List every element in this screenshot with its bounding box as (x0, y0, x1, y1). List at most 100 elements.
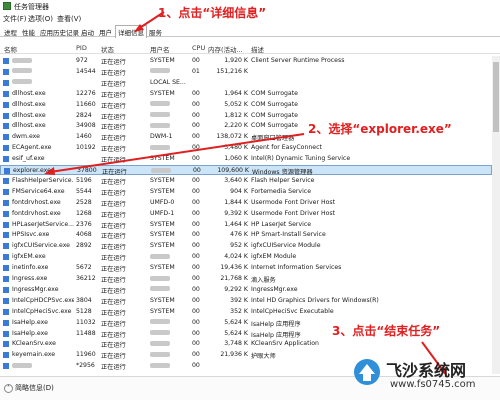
cell-pid: 11960 (76, 351, 96, 359)
table-row[interactable]: HPSIsvc.exe 4068 正在运行 SYSTEM 00 476 K HP Smart… (0, 230, 492, 240)
fewer-details-button[interactable]: ˄ 简略信息(D) (4, 383, 54, 393)
table-row[interactable]: IntelCpHDCPSvc.exe 3804 正在运行 SYSTEM 00 392 KI… (0, 296, 492, 306)
cell-pid: 12276 (76, 89, 96, 97)
cell-mem: 5,052 K (224, 100, 248, 108)
watermark-name: 飞沙系统网 (386, 361, 467, 380)
cell-cpu: 00 (192, 111, 200, 119)
process-icon (3, 243, 9, 250)
cell-user: SYSTEM (150, 231, 175, 239)
table-row[interactable]: 972 正在运行 SYSTEM 00 1,920 K Client Server Runt… (0, 56, 492, 66)
annotation-step2: 2、选择“explorer.exe” (308, 122, 452, 136)
cell-mem: 9,292 K (224, 285, 248, 293)
cell-status: 正在运行 (101, 320, 126, 328)
cell-status: 正在运行 (101, 200, 126, 208)
column-pid[interactable]: PID (76, 44, 87, 52)
annotation-arrow-2 (44, 133, 305, 175)
process-icon (3, 134, 9, 141)
cell-mem: 3,748 K (224, 340, 248, 348)
cell-pid: *2956 (76, 362, 95, 370)
cell-pid: 36212 (76, 275, 96, 282)
annotation-step3: 3、点击“结束任务” (332, 324, 441, 338)
chevron-up-icon: ˄ (4, 384, 13, 393)
cell-desc: IngressMgr.exe (251, 285, 298, 293)
column-name[interactable]: 名称 (4, 44, 17, 54)
tab-app-history[interactable]: 应用历史记录 (38, 26, 81, 37)
cell-pid: 2824 (76, 111, 92, 119)
cell-status: 正在运行 (101, 80, 126, 88)
redacted-block (12, 362, 32, 368)
table-row[interactable]: HPLaserJetService... 2376 正在运行 SYSTEM 00 1,46… (0, 220, 492, 230)
table-row[interactable]: IngressMgr.exe 正在运行 00 9,292 K IngressMgr.ex… (0, 285, 492, 295)
table-row[interactable]: igfxCUIService.exe 2892 正在运行 SYSTEM 00 952 Ki… (0, 241, 492, 251)
cell-name (12, 362, 74, 369)
column-memory[interactable]: 内存(活动... (208, 44, 243, 54)
tab-users[interactable]: 用户 (97, 26, 114, 37)
tab-processes[interactable]: 进程 (2, 26, 19, 37)
cell-mem: 1,844 K (224, 198, 248, 206)
cell-user: SYSTEM (150, 187, 175, 195)
fewer-details-label: 简略信息(D) (15, 384, 54, 392)
table-row[interactable]: dllhost.exe 12276 正在运行 SYSTEM 00 1,964 K COM S… (0, 89, 492, 99)
cell-user: SYSTEM (150, 242, 175, 250)
cell-status: 正在运行 (101, 364, 126, 372)
table-row[interactable]: fontdrvhost.exe 1268 正在运行 UMFD-1 00 9,392 K Us… (0, 209, 492, 219)
table-row[interactable]: 正在运行 LOCAL SE... (0, 78, 492, 88)
cell-cpu: 00 (192, 220, 200, 228)
cell-user (150, 253, 190, 260)
process-icon (3, 58, 9, 64)
tab-startup[interactable]: 启动 (79, 26, 96, 37)
table-row[interactable]: FMService64.exe 5544 正在运行 SYSTEM 00 904 K Fort… (0, 187, 492, 197)
cell-user: UMFD-0 (150, 198, 175, 206)
watermark-logo-icon (354, 359, 380, 385)
cell-mem: 5,624 K (224, 318, 248, 326)
cell-pid: 2892 (76, 242, 92, 250)
cell-name: KCleanSrv.exe (12, 340, 56, 348)
cell-name: FMService64.exe (12, 187, 65, 195)
table-row[interactable]: dllhost.exe 11660 正在运行 00 5,052 K COM Surroga… (0, 100, 492, 110)
table-row[interactable]: fontdrvhost.exe 2528 正在运行 UMFD-0 00 1,844 K Us… (0, 198, 492, 208)
menu-file[interactable]: 文件(F) (3, 14, 27, 24)
redacted-block (150, 319, 170, 325)
cell-status: 正在运行 (101, 287, 126, 295)
cell-desc: Fortemedia Service (251, 187, 312, 195)
table-row[interactable]: dllhost.exe 2824 正在运行 00 1,812 K COM Surrogat… (0, 111, 492, 121)
cell-name (12, 68, 74, 75)
tab-performance[interactable]: 性能 (20, 26, 37, 37)
cell-status: 正在运行 (101, 277, 126, 284)
column-user[interactable]: 用户名 (150, 44, 170, 54)
cell-desc: Intel HD Graphics Drivers for Windows(R) (251, 296, 379, 304)
annotation-arrow-1 (134, 11, 165, 32)
cell-status: 正在运行 (101, 91, 126, 99)
menu-options[interactable]: 选项(O) (28, 14, 53, 24)
table-row[interactable]: IntelCpHeciSvc.exe 5128 正在运行 SYSTEM 00 352 KI… (0, 307, 492, 317)
cell-mem: 476 K (230, 231, 248, 239)
cell-user: SYSTEM (150, 307, 175, 315)
cell-pid: 11488 (76, 329, 96, 337)
cell-pid: 1268 (76, 209, 92, 217)
cell-cpu: 00 (192, 340, 200, 348)
cell-cpu: 00 (192, 253, 200, 261)
process-icon (3, 276, 9, 282)
menu-view[interactable]: 查看(V) (57, 14, 81, 24)
column-cpu[interactable]: CPU (192, 44, 205, 52)
cell-mem: 1,964 K (224, 89, 248, 97)
cell-cpu: 01 (192, 67, 200, 75)
process-icon (3, 123, 9, 130)
process-icon (3, 330, 9, 337)
cell-user: SYSTEM (150, 264, 175, 272)
column-status[interactable]: 状态 (101, 44, 114, 54)
scrollbar-thumb[interactable] (493, 62, 499, 132)
table-row[interactable]: igfxEM.exe 正在运行 00 4,024 KigfxEM Module (0, 252, 492, 262)
cell-status: 正在运行 (101, 59, 126, 66)
vertical-scrollbar[interactable] (492, 56, 500, 374)
cell-user (150, 330, 190, 337)
process-icon (3, 341, 9, 348)
table-row[interactable]: 14544 正在运行 01 151,216 K (0, 67, 492, 77)
table-row[interactable]: inetinfo.exe 5672 正在运行 SYSTEM 00 19,436 K Inte… (0, 263, 492, 273)
cell-user (150, 362, 190, 369)
cell-desc: igfxCUIService Module (251, 242, 321, 250)
table-row[interactable]: Ingress.exe 36212 正在运行 00 21,768 K 滴入服务 (0, 274, 492, 284)
cell-user: SYSTEM (150, 57, 175, 64)
process-icon (3, 297, 9, 304)
column-description[interactable]: 描述 (251, 44, 264, 54)
